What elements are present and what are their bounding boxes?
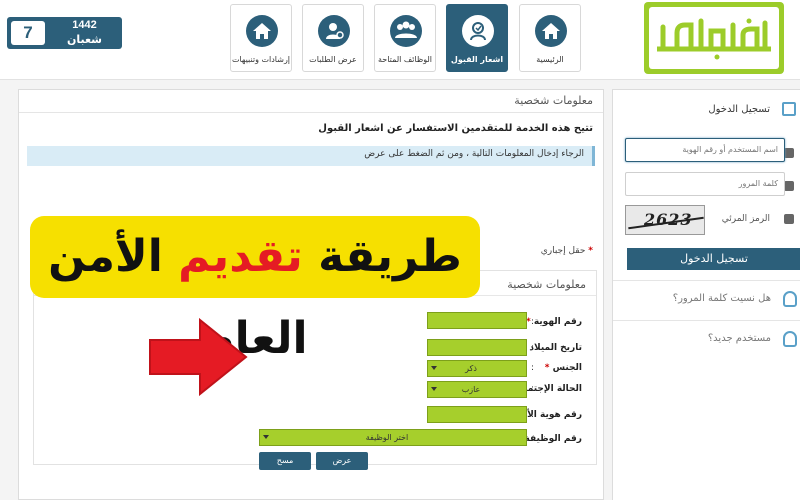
gender-label: الجنس *	[544, 363, 582, 373]
clear-button[interactable]: مسح	[259, 452, 311, 470]
nav-label: إرشادات وتنبيهات	[231, 55, 291, 64]
id-number-input[interactable]	[427, 312, 527, 329]
user-icon	[784, 148, 794, 158]
acceptance-icon	[462, 15, 494, 47]
gender-value: ذكر	[465, 364, 477, 373]
new-user-link[interactable]: مستخدم جديد؟	[613, 320, 800, 360]
colon: :	[531, 317, 535, 327]
date-year: 1442	[72, 19, 97, 31]
colon: :	[531, 384, 535, 394]
divider	[19, 112, 603, 113]
show-button[interactable]: عرض	[316, 452, 368, 470]
colon: :	[531, 434, 535, 444]
password-input[interactable]: كلمة المرور	[625, 172, 785, 196]
colon: :	[531, 343, 535, 353]
banner-text: طريقة تقديم الأمن العام	[30, 216, 480, 364]
nav-home[interactable]: الرئيسية	[519, 4, 581, 72]
captcha-label: الرمز المرئي	[721, 214, 770, 224]
chevron-down-icon	[431, 387, 437, 391]
lock-icon	[784, 181, 794, 191]
form-title: معلومات شخصية	[507, 278, 586, 291]
nav-requests[interactable]: عرض الطلبات	[302, 4, 364, 72]
father-id-input[interactable]	[427, 406, 527, 423]
login-button[interactable]: تسجيل الدخول	[627, 248, 800, 270]
required-note: * حقل إجباري	[541, 246, 593, 256]
nav-acceptance[interactable]: اشعار القبول	[446, 4, 508, 72]
arrow-right-icon	[148, 317, 248, 400]
required-star: *	[588, 246, 593, 256]
user-icon	[783, 331, 797, 347]
header: 7 1442 شعبان إرشادات وتنبيهات عرض الطلبا…	[0, 0, 800, 80]
gender-select[interactable]: ذكر	[427, 360, 527, 377]
chevron-down-icon	[431, 366, 437, 370]
banner-word-2: تقديم	[178, 231, 303, 282]
job-number-value: اختر الوظيفة	[365, 433, 409, 442]
captcha-icon	[784, 214, 794, 224]
nav-label: الوظائف المتاحة	[377, 55, 433, 64]
username-input[interactable]: اسم المستخدم أو رقم الهوية	[625, 138, 785, 162]
forgot-password-text: هل نسيت كلمة المرور؟	[672, 293, 771, 304]
date-day: 7	[11, 21, 45, 45]
people-icon	[390, 15, 422, 47]
birth-date-input[interactable]	[427, 339, 527, 356]
job-number-select[interactable]: اختر الوظيفة	[259, 429, 527, 446]
login-icon	[782, 102, 796, 116]
date-box: 7 1442 شعبان	[7, 17, 122, 49]
id-number-label: رقم الهوية *	[525, 317, 582, 327]
date-month: شعبان	[66, 33, 103, 46]
info-text: الرجاء إدخال المعلومات التالية ، ومن ثم …	[364, 149, 584, 159]
personal-info-form: معلومات شخصية رقم الهوية * : تاريخ الميل…	[33, 270, 597, 465]
home-icon	[535, 15, 567, 47]
nav-label: الرئيسية	[536, 55, 564, 64]
logo-mark	[649, 7, 779, 69]
new-user-text: مستخدم جديد؟	[707, 333, 771, 344]
banner-word-1: طريقة	[318, 231, 462, 282]
nav-guidelines[interactable]: إرشادات وتنبيهات	[230, 4, 292, 72]
title-banner: طريقة تقديم الأمن العام	[30, 216, 480, 364]
nav-label: عرض الطلبات	[309, 55, 357, 64]
required-text: حقل إجباري	[540, 246, 586, 256]
chevron-down-icon	[263, 435, 269, 439]
nav-label: اشعار القبول	[450, 55, 504, 64]
forgot-password-link[interactable]: هل نسيت كلمة المرور؟	[613, 280, 800, 320]
service-description: تتيح هذه الخدمة للمتقدمين الاستفسار عن ا…	[318, 123, 593, 134]
home-icon	[246, 15, 278, 47]
panel-title: معلومات شخصية	[514, 94, 593, 107]
marital-status-select[interactable]: عازب	[427, 381, 527, 398]
login-title: تسجيل الدخول	[708, 104, 770, 115]
nav-available-jobs[interactable]: الوظائف المتاحة	[374, 4, 436, 72]
logo[interactable]	[644, 2, 784, 74]
colon: :	[531, 410, 535, 420]
info-bar: الرجاء إدخال المعلومات التالية ، ومن ثم …	[27, 146, 595, 166]
login-panel: تسجيل الدخول اسم المستخدم أو رقم الهوية …	[612, 89, 800, 500]
colon: :	[531, 363, 535, 373]
user-requests-icon	[318, 15, 350, 47]
captcha-image: 2623	[625, 205, 705, 235]
user-icon	[783, 291, 797, 307]
marital-status-value: عازب	[461, 385, 481, 394]
